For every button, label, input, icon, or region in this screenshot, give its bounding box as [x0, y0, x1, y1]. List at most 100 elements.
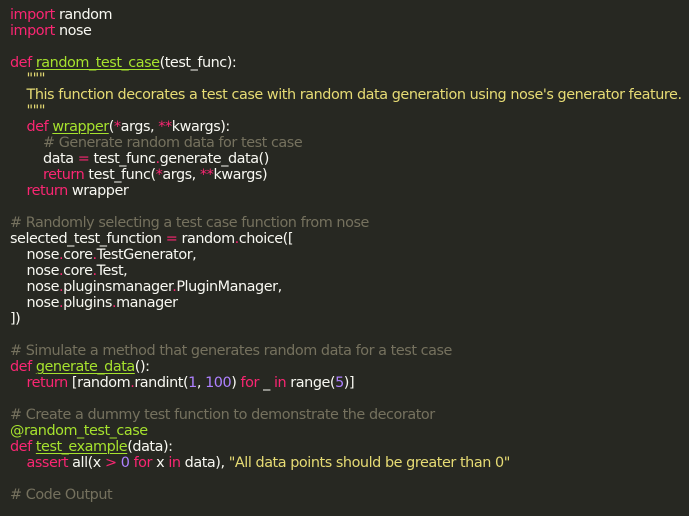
code-token: test_func — [89, 151, 156, 167]
code-token: kwargs): — [171, 119, 231, 135]
code-token: data), — [180, 455, 229, 471]
code-line: # Create a dummy test function to demons… — [10, 407, 689, 423]
code-token: random — [54, 7, 113, 23]
code-token: nose — [10, 263, 59, 279]
code-token: nose — [10, 279, 59, 295]
code-token: [random — [67, 375, 131, 391]
string-token: This function decorates a test case with… — [10, 87, 682, 103]
function-name-token: test_example — [35, 439, 128, 455]
keyword-token: def — [10, 359, 32, 375]
code-line: nose.plugins.manager — [10, 295, 689, 311]
function-name-token: wrapper — [52, 119, 109, 135]
code-token: TestGenerator, — [96, 247, 197, 263]
number-token: 5 — [335, 375, 344, 391]
code-token: all(x — [68, 455, 105, 471]
code-token: (): — [134, 359, 150, 375]
code-token: range( — [286, 375, 336, 391]
keyword-token: def — [10, 55, 32, 71]
code-line: # Generate random data for test case — [10, 135, 689, 151]
code-token: nose — [10, 295, 59, 311]
code-token: nose — [54, 23, 92, 39]
code-line: return [random.randint(1, 100) for _ in … — [10, 375, 689, 391]
number-token: 100 — [205, 375, 232, 391]
code-line: nose.pluginsmanager.PluginManager, — [10, 279, 689, 295]
comment-token: # Code Output — [10, 487, 113, 503]
code-token: core — [63, 247, 93, 263]
operator-token: = — [77, 151, 90, 167]
code-line: return test_func(*args, **kwargs) — [10, 167, 689, 183]
keyword-token: def — [26, 119, 49, 135]
code-token: x — [152, 455, 169, 471]
code-editor[interactable]: import random import nose def random_test… — [0, 0, 689, 516]
keyword-token: for — [240, 375, 260, 391]
code-token: , — [196, 375, 206, 391]
code-token: ) — [231, 375, 241, 391]
code-line: @random_test_case — [10, 423, 689, 439]
keyword-token: return — [26, 183, 69, 199]
operator-token: ** — [199, 167, 214, 183]
code-line: # Simulate a method that generates rando… — [10, 343, 689, 359]
code-token: test_func( — [84, 167, 156, 183]
code-token: args, — [162, 167, 200, 183]
function-name-token: generate_data — [35, 359, 135, 375]
comment-token: # Create a dummy test function to demons… — [10, 407, 435, 423]
code-line: nose.core.TestGenerator, — [10, 247, 689, 263]
keyword-token: def — [10, 439, 32, 455]
string-token: "All data points should be greater than … — [228, 455, 511, 471]
code-line: # Randomly selecting a test case functio… — [10, 215, 689, 231]
code-token: core — [63, 263, 93, 279]
code-token: wrapper — [67, 183, 129, 199]
code-token: random — [177, 231, 236, 247]
code-line: """ — [10, 71, 689, 87]
code-line: selected_test_function = random.choice([ — [10, 231, 689, 247]
code-token: generate_data() — [159, 151, 270, 167]
code-line: def generate_data(): — [10, 359, 689, 375]
code-token: nose — [10, 247, 59, 263]
code-line: # Code Output — [10, 487, 689, 503]
keyword-token: import — [10, 7, 55, 23]
code-line: import random — [10, 7, 689, 23]
code-token: pluginsmanager — [63, 279, 173, 295]
comment-token: # Generate random data for test case — [43, 135, 303, 151]
code-line: import nose — [10, 23, 689, 39]
code-token: manager — [116, 295, 178, 311]
code-line: nose.core.Test, — [10, 263, 689, 279]
code-token: randint( — [134, 375, 189, 391]
code-token: (test_func): — [159, 55, 237, 71]
code-line: return wrapper — [10, 183, 689, 199]
code-token: plugins — [63, 295, 112, 311]
operator-token: ** — [158, 119, 172, 135]
code-line: data = test_func.generate_data() — [10, 151, 689, 167]
comment-token: # Randomly selecting a test case functio… — [10, 215, 369, 231]
comment-token: # Simulate a method that generates rando… — [10, 343, 452, 359]
code-token: Test, — [96, 263, 128, 279]
keyword-token: assert — [26, 455, 69, 471]
code-token: data — [10, 151, 78, 167]
code-token: PluginManager, — [176, 279, 282, 295]
code-token: )] — [343, 375, 355, 391]
code-token: _ — [258, 375, 274, 391]
code-token: ]) — [10, 311, 21, 327]
code-line: ]) — [10, 311, 689, 327]
code-line: assert all(x > 0 for x in data), "All da… — [10, 455, 689, 471]
string-token: """ — [26, 103, 46, 119]
operator-token: = — [165, 231, 178, 247]
keyword-token: in — [168, 455, 181, 471]
code-line: def random_test_case(test_func): — [10, 55, 689, 71]
code-line: This function decorates a test case with… — [10, 87, 689, 103]
function-name-token: random_test_case — [35, 55, 160, 71]
keyword-token: in — [273, 375, 287, 391]
code-line: def wrapper(*args, **kwargs): — [10, 119, 689, 135]
decorator-token: @random_test_case — [10, 423, 148, 439]
operator-token: * — [113, 119, 121, 135]
code-line: """ — [10, 103, 689, 119]
